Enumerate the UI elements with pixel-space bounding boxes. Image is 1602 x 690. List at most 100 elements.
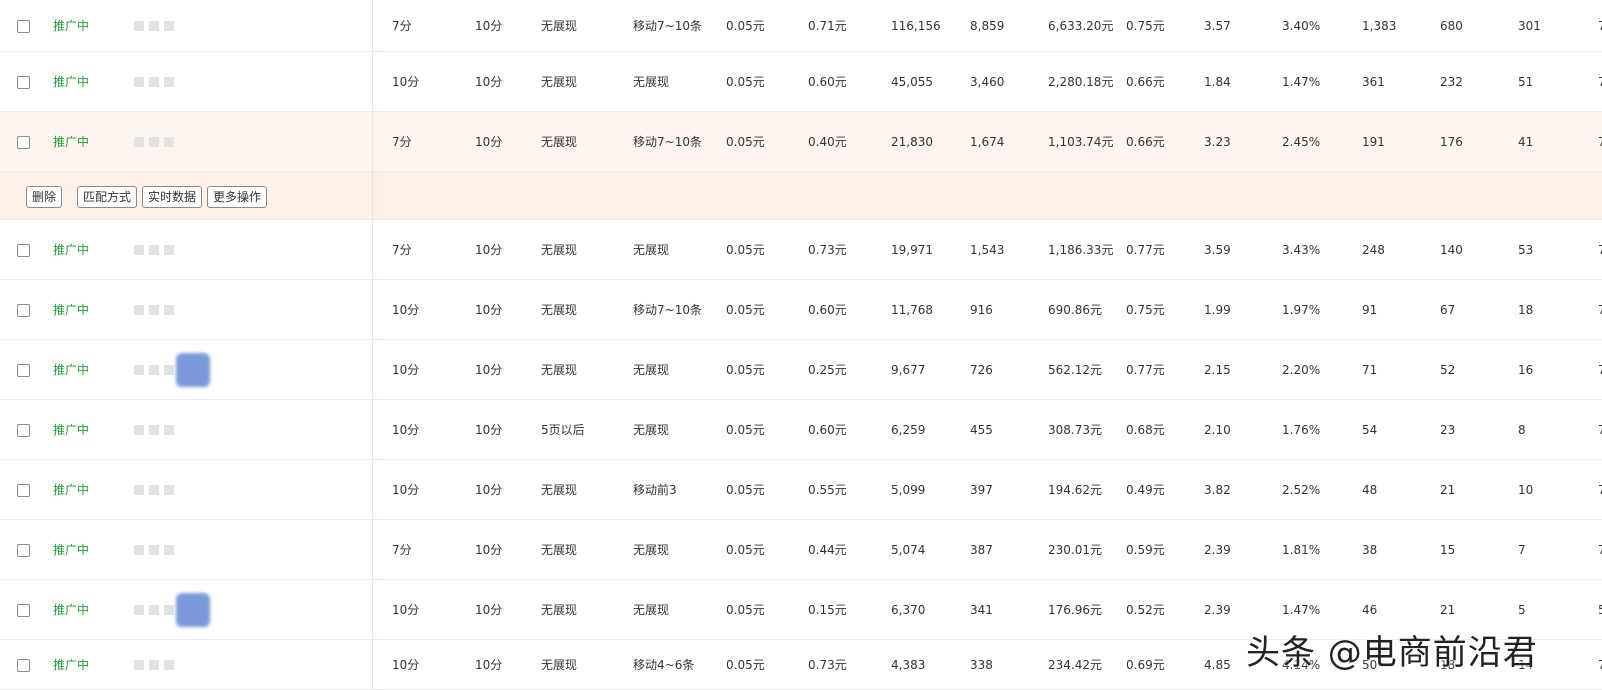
row-checkbox[interactable] — [17, 484, 30, 497]
impressions-cell: 21,830 — [891, 134, 933, 149]
table-row[interactable]: 推广中 7分 10分 无展现 无展现 0.05元 0.44元 5,074 387 230.01元 0… — [0, 520, 1602, 580]
match-mode-button[interactable]: 匹配方式 — [77, 186, 138, 208]
table-row[interactable]: 推广中 10分 10分 无展现 无展现 0.05元 0.25元 9,677 726 562.12元… — [0, 340, 1602, 400]
ctr-cell: 2.52% — [1282, 482, 1321, 497]
bid-cell: 0.05元 — [726, 423, 765, 437]
row-checkbox[interactable] — [17, 544, 30, 557]
mobile-rank-cell: 无展现 — [633, 363, 670, 377]
impressions-cell: 9,677 — [891, 362, 926, 377]
roi-cell: 2.10 — [1204, 422, 1231, 437]
cost-cell: 562.12元 — [1048, 363, 1102, 377]
cpc-cell: 0.77元 — [1126, 363, 1165, 377]
cpc-cell: 0.66元 — [1126, 75, 1165, 89]
bid-cell: 0.05元 — [726, 603, 765, 617]
metric-cell-d: 7 — [1598, 482, 1602, 497]
row-action-bar: 删除 匹配方式 实时数据 更多操作 — [0, 172, 1602, 220]
impressions-cell: 45,055 — [891, 74, 933, 89]
status-cell: 推广中 — [53, 483, 90, 497]
keyword-redacted — [134, 520, 179, 579]
metric-cell-d: 7 — [1598, 18, 1602, 33]
pc-rank-cell: 无展现 — [541, 75, 578, 89]
cost-cell: 176.96元 — [1048, 603, 1102, 617]
row-checkbox[interactable] — [17, 76, 30, 89]
table-row[interactable]: 推广中 10分 10分 无展现 移动7~10条 0.05元 0.60元 11,768 916 69… — [0, 280, 1602, 340]
keyword-redacted — [134, 340, 179, 399]
clicks-cell: 387 — [970, 542, 993, 557]
mobile-quality-cell: 10分 — [475, 483, 503, 497]
cost-cell: 2,280.18元 — [1048, 75, 1114, 89]
mobile-rank-cell: 无展现 — [633, 423, 670, 437]
status-cell: 推广中 — [53, 603, 90, 617]
impressions-cell: 19,971 — [891, 242, 933, 257]
roi-cell: 2.15 — [1204, 362, 1231, 377]
delete-button[interactable]: 删除 — [26, 186, 63, 208]
metric-cell-c: 10 — [1518, 482, 1534, 497]
metric-cell-a: 38 — [1362, 542, 1378, 557]
avg-cpc-cell: 0.60元 — [808, 303, 847, 317]
table-row[interactable]: 推广中 10分 10分 无展现 无展现 0.05元 0.60元 45,055 3,460 2,28… — [0, 52, 1602, 112]
row-checkbox[interactable] — [17, 424, 30, 437]
row-checkbox[interactable] — [17, 20, 30, 33]
roi-cell: 3.23 — [1204, 134, 1231, 149]
ctr-cell: 1.47% — [1282, 74, 1321, 89]
status-cell: 推广中 — [53, 75, 90, 89]
table-row[interactable]: 推广中 7分 10分 无展现 无展现 0.05元 0.73元 19,971 1,543 1,186… — [0, 220, 1602, 280]
pc-rank-cell: 无展现 — [541, 543, 578, 557]
pc-rank-cell: 无展现 — [541, 19, 578, 33]
impressions-cell: 6,259 — [891, 422, 926, 437]
mobile-rank-cell: 无展现 — [633, 243, 670, 257]
metric-cell-d: 7 — [1598, 542, 1602, 557]
metric-cell-c: 18 — [1518, 302, 1534, 317]
clicks-cell: 455 — [970, 422, 993, 437]
bid-cell: 0.05元 — [726, 19, 765, 33]
more-actions-button[interactable]: 更多操作 — [207, 186, 268, 208]
status-cell: 推广中 — [53, 135, 90, 149]
mobile-quality-cell: 10分 — [475, 423, 503, 437]
metric-cell-c: 8 — [1518, 422, 1526, 437]
cost-cell: 194.62元 — [1048, 483, 1102, 497]
realtime-data-button[interactable]: 实时数据 — [142, 186, 203, 208]
keyword-redacted — [134, 52, 179, 111]
ctr-cell: 3.40% — [1282, 18, 1321, 33]
watermark: 头条 @电商前沿君 — [1246, 633, 1538, 673]
ctr-cell: 2.45% — [1282, 134, 1321, 149]
metric-cell-d: 7 — [1598, 362, 1602, 377]
metric-cell-b: 67 — [1440, 302, 1456, 317]
impressions-cell: 6,370 — [891, 602, 926, 617]
row-checkbox[interactable] — [17, 659, 30, 672]
quality-score-cell: 7分 — [392, 135, 412, 149]
roi-cell: 1.99 — [1204, 302, 1231, 317]
metric-cell-d: 7 — [1598, 242, 1602, 257]
clicks-cell: 8,859 — [970, 18, 1005, 33]
cpc-cell: 0.68元 — [1126, 423, 1165, 437]
metric-cell-c: 7 — [1518, 542, 1526, 557]
metric-cell-c: 16 — [1518, 362, 1534, 377]
frozen-column-divider — [372, 0, 373, 690]
avg-cpc-cell: 0.55元 — [808, 483, 847, 497]
status-cell: 推广中 — [53, 303, 90, 317]
table-row[interactable]: 推广中 7分 10分 无展现 移动7~10条 0.05元 0.71元 116,156 8,859… — [0, 0, 1602, 52]
row-checkbox[interactable] — [17, 364, 30, 377]
bid-cell: 0.05元 — [726, 543, 765, 557]
table-row[interactable]: 推广中 7分 10分 无展现 移动7~10条 0.05元 0.40元 21,830 1,674 1… — [0, 112, 1602, 172]
bid-cell: 0.05元 — [726, 75, 765, 89]
bid-cell: 0.05元 — [726, 363, 765, 377]
avg-cpc-cell: 0.44元 — [808, 543, 847, 557]
metric-cell-d: 7 — [1598, 74, 1602, 89]
metric-cell-c: 41 — [1518, 134, 1534, 149]
row-checkbox[interactable] — [17, 136, 30, 149]
cpc-cell: 0.49元 — [1126, 483, 1165, 497]
cpc-cell: 0.66元 — [1126, 135, 1165, 149]
row-checkbox[interactable] — [17, 244, 30, 257]
roi-cell: 3.57 — [1204, 18, 1231, 33]
status-cell: 推广中 — [53, 423, 90, 437]
row-checkbox[interactable] — [17, 304, 30, 317]
quality-score-cell: 10分 — [392, 603, 420, 617]
table-row[interactable]: 推广中 10分 10分 5页以后 无展现 0.05元 0.60元 6,259 455 308.73… — [0, 400, 1602, 460]
row-checkbox[interactable] — [17, 604, 30, 617]
mobile-quality-cell: 10分 — [475, 19, 503, 33]
avg-cpc-cell: 0.60元 — [808, 423, 847, 437]
table-row[interactable]: 推广中 10分 10分 无展现 移动前3 0.05元 0.55元 5,099 397 194.62… — [0, 460, 1602, 520]
metric-cell-a: 48 — [1362, 482, 1378, 497]
metric-cell-b: 52 — [1440, 362, 1456, 377]
